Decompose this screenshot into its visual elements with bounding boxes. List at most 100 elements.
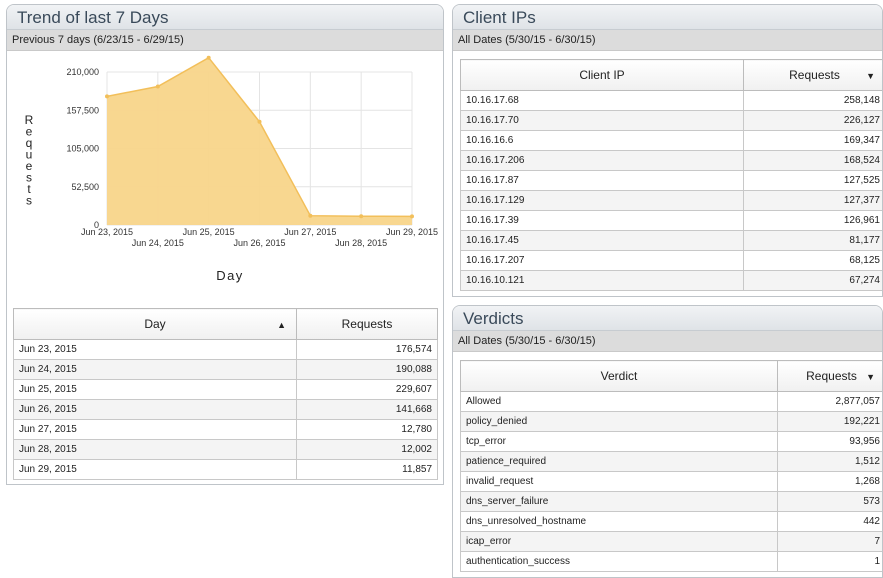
sort-descending-icon[interactable]: ▼ (866, 372, 875, 382)
table-cell-requests: 192,221 (777, 411, 882, 432)
data-point (359, 214, 364, 219)
table-cell-requests: 81,177 (743, 230, 882, 251)
table-cell-requests: 176,574 (296, 339, 438, 360)
table-row[interactable]: Jun 29, 2015 11,857 (13, 459, 438, 480)
table-cell-label: 10.16.17.39 (460, 210, 744, 231)
client-ips-panel: Client IPs All Dates (5/30/15 - 6/30/15)… (452, 4, 883, 297)
table-row[interactable]: patience_required 1,512 (460, 451, 882, 472)
x-tick-label: Jun 24, 2015 (132, 238, 184, 248)
table-row[interactable]: 10.16.17.129 127,377 (460, 190, 882, 211)
y-tick-label: 105,000 (66, 144, 99, 154)
x-tick-label: Jun 27, 2015 (284, 227, 336, 237)
table-cell-label: dns_server_failure (460, 491, 778, 512)
sort-ascending-icon[interactable]: ▲ (277, 320, 286, 330)
table-row[interactable]: Jun 24, 2015 190,088 (13, 359, 438, 380)
table-cell-requests: 141,668 (296, 399, 438, 420)
table-row[interactable]: policy_denied 192,221 (460, 411, 882, 432)
table-row[interactable]: 10.16.17.87 127,525 (460, 170, 882, 191)
column-header-requests[interactable]: Requests ▼ (777, 360, 882, 392)
table-cell-label: 10.16.16.6 (460, 130, 744, 151)
table-cell-label: 10.16.17.68 (460, 90, 744, 111)
table-cell-label: 10.16.17.206 (460, 150, 744, 171)
column-header-requests[interactable]: Requests ▼ (743, 59, 882, 91)
x-tick-label: Jun 28, 2015 (335, 238, 387, 248)
table-cell-requests: 168,524 (743, 150, 882, 171)
client-ips-table: Client IP Requests ▼ 10.16.17.68 258,148 1… (460, 59, 882, 291)
table-row[interactable]: 10.16.17.70 226,127 (460, 110, 882, 131)
table-row[interactable]: Allowed 2,877,057 (460, 391, 882, 412)
table-cell-requests: 127,525 (743, 170, 882, 191)
table-row[interactable]: Jun 26, 2015 141,668 (13, 399, 438, 420)
table-cell-label: Jun 26, 2015 (13, 399, 297, 420)
table-row[interactable]: authentication_success 1 (460, 551, 882, 572)
table-row[interactable]: dns_unresolved_hostname 442 (460, 511, 882, 532)
table-row[interactable]: Jun 25, 2015 229,607 (13, 379, 438, 400)
table-cell-requests: 573 (777, 491, 882, 512)
trend-panel-title: Trend of last 7 Days (7, 5, 443, 30)
column-header-client-ip[interactable]: Client IP (460, 59, 744, 91)
table-cell-label: dns_unresolved_hostname (460, 511, 778, 532)
table-row[interactable]: tcp_error 93,956 (460, 431, 882, 452)
trend-panel: Trend of last 7 Days Previous 7 days (6/… (6, 4, 444, 485)
column-header-day[interactable]: Day ▲ (13, 308, 297, 340)
table-cell-label: policy_denied (460, 411, 778, 432)
table-cell-requests: 2,877,057 (777, 391, 882, 412)
table-row[interactable]: 10.16.17.45 81,177 (460, 230, 882, 251)
x-tick-label: Jun 26, 2015 (233, 238, 285, 248)
table-cell-label: icap_error (460, 531, 778, 552)
verdicts-table: Verdict Requests ▼ Allowed 2,877,057 polic… (460, 360, 882, 572)
table-row[interactable]: 10.16.17.207 68,125 (460, 250, 882, 271)
table-cell-label: 10.16.10.121 (460, 270, 744, 291)
table-row[interactable]: 10.16.16.6 169,347 (460, 130, 882, 151)
data-point (410, 214, 414, 219)
table-cell-requests: 1,268 (777, 471, 882, 492)
table-cell-label: 10.16.17.45 (460, 230, 744, 251)
table-cell-requests: 1,512 (777, 451, 882, 472)
client-ips-panel-subtitle: All Dates (5/30/15 - 6/30/15) (453, 30, 882, 51)
data-point (105, 94, 109, 99)
table-row[interactable]: dns_server_failure 573 (460, 491, 882, 512)
column-header-requests[interactable]: Requests (296, 308, 438, 340)
table-cell-requests: 11,857 (296, 459, 438, 480)
y-tick-label: 52,500 (71, 182, 99, 192)
data-point (155, 84, 160, 89)
table-row[interactable]: invalid_request 1,268 (460, 471, 882, 492)
table-cell-requests: 169,347 (743, 130, 882, 151)
table-cell-requests: 442 (777, 511, 882, 532)
verdicts-panel-subtitle: All Dates (5/30/15 - 6/30/15) (453, 331, 882, 352)
table-cell-label: invalid_request (460, 471, 778, 492)
table-cell-label: Jun 25, 2015 (13, 379, 297, 400)
column-header-verdict[interactable]: Verdict (460, 360, 778, 392)
data-point (308, 213, 313, 218)
table-cell-label: authentication_success (460, 551, 778, 572)
table-row[interactable]: 10.16.10.121 67,274 (460, 270, 882, 291)
sort-descending-icon[interactable]: ▼ (866, 71, 875, 81)
table-row[interactable]: 10.16.17.39 126,961 (460, 210, 882, 231)
trend-area-chart: 052,500105,000157,500210,000Jun 23, 2015… (25, 55, 438, 283)
data-point (206, 55, 211, 60)
data-point (257, 119, 262, 124)
trend-panel-subtitle: Previous 7 days (6/23/15 - 6/29/15) (7, 30, 443, 51)
x-tick-label: Jun 29, 2015 (386, 227, 438, 237)
table-row[interactable]: Jun 28, 2015 12,002 (13, 439, 438, 460)
table-row[interactable]: 10.16.17.68 258,148 (460, 90, 882, 111)
table-cell-label: 10.16.17.129 (460, 190, 744, 211)
verdicts-panel-title: Verdicts (453, 306, 882, 331)
trend-table: Day ▲ Requests Jun 23, 2015 176,574 Jun 24… (13, 308, 438, 480)
table-row[interactable]: Jun 27, 2015 12,780 (13, 419, 438, 440)
y-tick-label: 157,500 (66, 105, 99, 115)
table-row[interactable]: icap_error 7 (460, 531, 882, 552)
y-axis-title-letter: s (26, 194, 32, 208)
table-row[interactable]: 10.16.17.206 168,524 (460, 150, 882, 171)
table-cell-label: 10.16.17.207 (460, 250, 744, 271)
x-tick-label: Jun 23, 2015 (81, 227, 133, 237)
x-tick-label: Jun 25, 2015 (183, 227, 235, 237)
verdicts-panel: Verdicts All Dates (5/30/15 - 6/30/15) V… (452, 305, 883, 578)
table-cell-label: tcp_error (460, 431, 778, 452)
y-tick-label: 210,000 (66, 67, 99, 77)
table-row[interactable]: Jun 23, 2015 176,574 (13, 339, 438, 360)
table-cell-requests: 1 (777, 551, 882, 572)
table-cell-requests: 7 (777, 531, 882, 552)
table-cell-requests: 229,607 (296, 379, 438, 400)
table-cell-requests: 258,148 (743, 90, 882, 111)
